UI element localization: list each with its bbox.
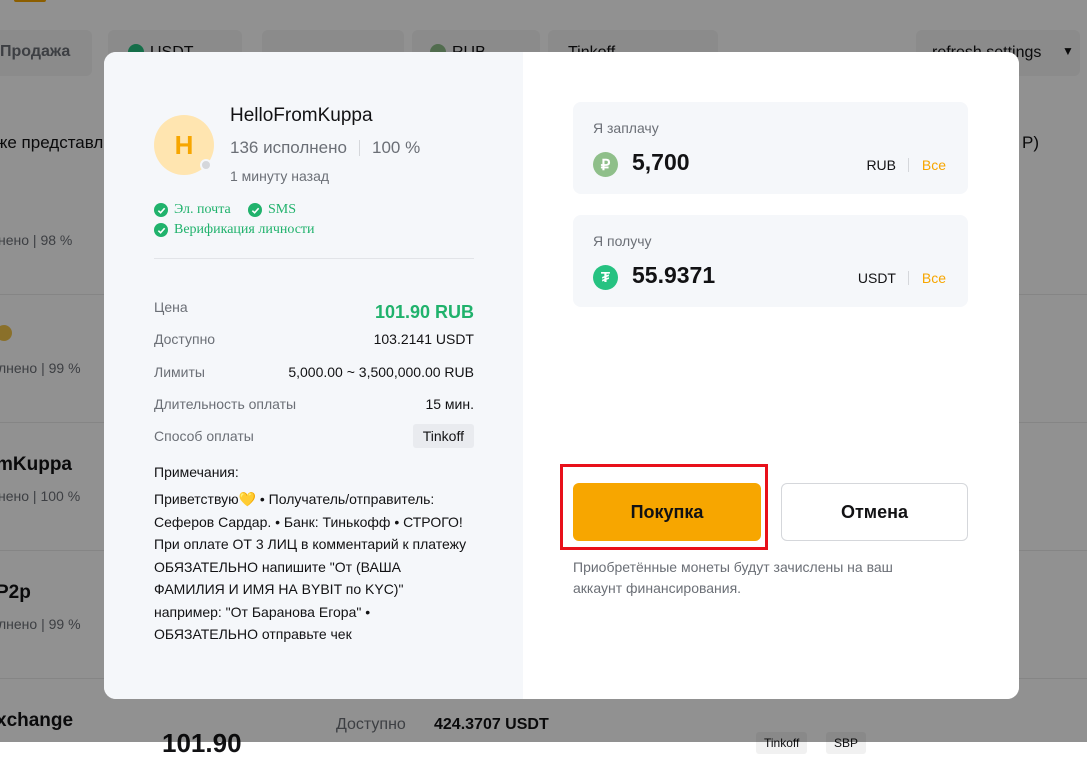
pay-amount-box[interactable]: Я заплачу ₽ 5,700 RUB Все [573,102,968,194]
cancel-button[interactable]: Отмена [781,483,968,541]
payment-method-tag: Tinkoff [412,424,474,448]
verification-sms: SMS [248,202,296,218]
duration-row: Длительность оплаты 15 мин. [154,396,474,412]
available-row: Доступно 103.2141 USDT [154,331,474,347]
price-row: Цена 101.90 RUB [154,290,474,323]
orders-count: 136 исполнено [230,138,347,157]
limits-row: Лимиты 5,000.00 ~ 3,500,000.00 RUB [154,364,474,380]
separator [908,271,909,285]
last-seen: 1 минуту назад [230,168,330,184]
seller-name[interactable]: HelloFromKuppa [230,105,373,127]
check-circle-icon [154,203,168,217]
seller-stats: 136 исполнено 100 % [230,138,420,158]
verification-email: Эл. почта [154,202,231,218]
order-form-panel: Я заплачу ₽ 5,700 RUB Все Я получу ₮ 55.… [523,52,1019,699]
seller-info-panel: H HelloFromKuppa 136 исполнено 100 % 1 м… [104,52,523,699]
check-circle-icon [248,203,262,217]
limits-label: Лимиты [154,364,205,380]
buy-order-modal: H HelloFromKuppa 136 исполнено 100 % 1 м… [104,52,1019,699]
price-value: 101.90 RUB [374,302,474,322]
buy-hint: Приобретённые монеты будут зачислены на … [573,559,893,596]
divider [154,258,474,259]
stats-separator [358,140,360,156]
pay-currency: RUB [866,157,896,173]
online-status-dot [200,159,212,171]
receive-caption: Я получу [593,233,652,249]
price-label: Цена [154,298,188,315]
verification-identity: Верификация личности [154,222,315,238]
buy-button[interactable]: Покупка [573,483,761,541]
separator [908,158,909,172]
duration-value: 15 мин. [425,396,474,412]
available-label: Доступно [154,331,216,347]
duration-label: Длительность оплаты [154,396,297,412]
receive-amount-box[interactable]: Я получу ₮ 55.9371 USDT Все [573,215,968,307]
payment-method-row: Способ оплаты Tinkoff [154,424,474,448]
completion-rate: 100 % [371,138,421,157]
payment-method-label: Способ оплаты [154,428,254,444]
receive-currency: USDT [857,270,896,286]
tether-icon: ₮ [593,265,618,290]
available-value: 103.2141 USDT [373,331,474,347]
notes-text: Приветствую💛 • Получатель/отправитель: С… [154,491,467,642]
receive-amount-input[interactable]: 55.9371 [632,262,715,289]
pay-amount-input[interactable]: 5,700 [632,149,690,176]
check-circle-icon [154,223,168,237]
pay-all-button[interactable]: Все [922,157,946,173]
receive-all-button[interactable]: Все [922,270,946,286]
pay-caption: Я заплачу [593,120,659,136]
notes-label: Примечания: [154,464,239,480]
ruble-icon: ₽ [593,152,618,177]
limits-value: 5,000.00 ~ 3,500,000.00 RUB [288,364,474,380]
